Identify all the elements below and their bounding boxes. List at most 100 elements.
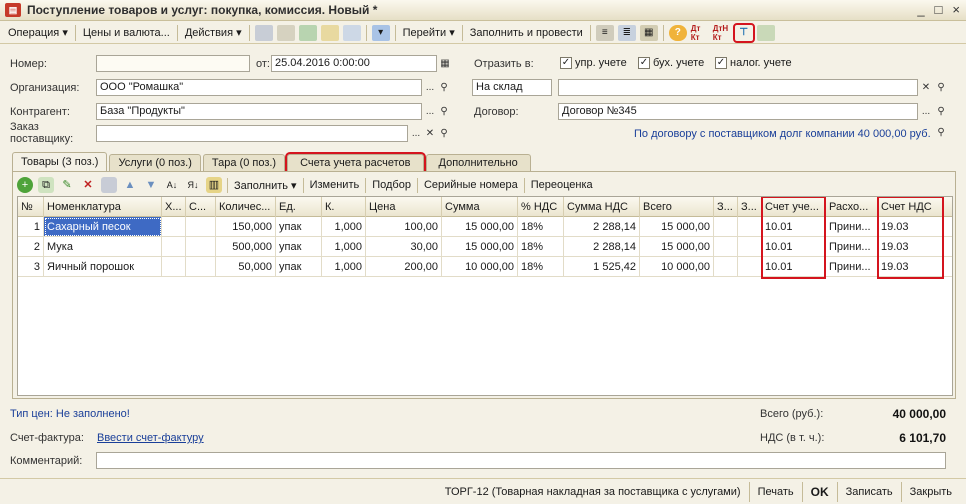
- column-header[interactable]: Ед.: [276, 197, 322, 217]
- column-header[interactable]: Сумма НДС: [564, 197, 640, 217]
- date-field[interactable]: 25.04.2016 0:00:00: [271, 55, 437, 72]
- column-header[interactable]: З...: [714, 197, 738, 217]
- sort-asc-icon[interactable]: A↓: [164, 177, 180, 193]
- dt-kt-tax-icon[interactable]: ДтН Кт: [713, 24, 731, 42]
- coefficient-cell[interactable]: 1,000: [322, 257, 366, 277]
- vat-sum-cell[interactable]: 1 525,42: [564, 257, 640, 277]
- vat-rate-cell[interactable]: 18%: [518, 217, 564, 237]
- column-header[interactable]: Х...: [162, 197, 186, 217]
- vat-rate-cell[interactable]: 18%: [518, 237, 564, 257]
- close-window-button[interactable]: ×: [952, 2, 960, 17]
- choose-button[interactable]: ...: [919, 104, 933, 119]
- expense-cell[interactable]: Прини...: [826, 257, 878, 277]
- coefficient-cell[interactable]: 1,000: [322, 237, 366, 257]
- empty-cell[interactable]: [714, 217, 738, 237]
- warehouse-field[interactable]: [558, 79, 918, 96]
- supplier-order-field[interactable]: [96, 125, 408, 142]
- search-icon[interactable]: ⚲: [437, 80, 451, 95]
- tab-services[interactable]: Услуги (0 поз.): [109, 154, 201, 172]
- price-cell[interactable]: 200,00: [366, 257, 442, 277]
- accounting-checkbox[interactable]: ✓ бух. учете: [638, 57, 704, 69]
- edit-button[interactable]: Изменить: [304, 179, 366, 191]
- column-header[interactable]: Количес...: [216, 197, 276, 217]
- total-cell[interactable]: 15 000,00: [640, 237, 714, 257]
- settings-list-icon[interactable]: ≣: [617, 24, 636, 41]
- column-header[interactable]: Номенклатура: [44, 197, 162, 217]
- actions-menu[interactable]: Действия ▾: [181, 24, 246, 42]
- vat-account-cell[interactable]: 19.03: [878, 257, 952, 277]
- column-header[interactable]: % НДС: [518, 197, 564, 217]
- price-cell[interactable]: 30,00: [366, 237, 442, 257]
- post-icon[interactable]: [254, 24, 273, 41]
- nomenclature-cell[interactable]: Мука: [44, 237, 162, 257]
- minimize-button[interactable]: _: [917, 2, 924, 17]
- column-header[interactable]: Всего: [640, 197, 714, 217]
- quantity-cell[interactable]: 500,000: [216, 237, 276, 257]
- sort-desc-icon[interactable]: Я↓: [185, 177, 201, 193]
- number-field[interactable]: [96, 55, 250, 72]
- save-button[interactable]: Записать: [836, 481, 901, 502]
- fill-menu[interactable]: Заполнить ▾: [228, 179, 303, 192]
- tab-additional[interactable]: Дополнительно: [425, 154, 531, 172]
- info-icon[interactable]: ⚲: [934, 125, 948, 140]
- serial-numbers-button[interactable]: Серийные номера: [418, 179, 524, 191]
- vat-sum-cell[interactable]: 2 288,14: [564, 237, 640, 257]
- search-icon[interactable]: ⚲: [934, 80, 948, 95]
- column-header[interactable]: З...: [738, 197, 762, 217]
- select-button[interactable]: Подбор: [366, 179, 417, 191]
- account-cell[interactable]: 10.01: [762, 237, 826, 257]
- warehouse-type-select[interactable]: На склад: [472, 79, 552, 96]
- nomenclature-cell[interactable]: Сахарный песок: [44, 217, 162, 237]
- close-button[interactable]: Закрыть: [900, 481, 960, 502]
- subordinate-icon[interactable]: [342, 24, 361, 41]
- grid-icon[interactable]: ▦: [639, 24, 658, 41]
- accounts-settings-icon[interactable]: ⊤: [732, 22, 755, 43]
- unit-cell[interactable]: упак: [276, 237, 322, 257]
- column-header[interactable]: Цена: [366, 197, 442, 217]
- enter-invoice-link[interactable]: Ввести счет-фактуру: [97, 432, 204, 444]
- contract-field[interactable]: Договор №345: [558, 103, 918, 120]
- expense-cell[interactable]: Прини...: [826, 237, 878, 257]
- print-button[interactable]: Печать: [748, 481, 802, 502]
- help-icon[interactable]: ?: [668, 24, 687, 41]
- table-row[interactable]: 3 Яичный порошок 50,000 упак 1,000 200,0…: [18, 257, 952, 277]
- edit-icon[interactable]: ✎: [59, 177, 75, 193]
- table-row[interactable]: 1 Сахарный песок 150,000 упак 1,000 100,…: [18, 217, 952, 237]
- choose-button[interactable]: ...: [423, 104, 437, 119]
- empty-cell[interactable]: [162, 217, 186, 237]
- delete-icon[interactable]: ✕: [80, 177, 96, 193]
- vat-sum-cell[interactable]: 2 288,14: [564, 217, 640, 237]
- comment-field[interactable]: [96, 452, 946, 469]
- unit-cell[interactable]: упак: [276, 257, 322, 277]
- column-header[interactable]: Счет уче...: [762, 197, 826, 217]
- dt-kt-icon[interactable]: Дт Кт: [691, 24, 709, 42]
- revaluation-button[interactable]: Переоценка: [525, 179, 599, 191]
- ok-button[interactable]: OK: [801, 481, 837, 502]
- unit-cell[interactable]: упак: [276, 217, 322, 237]
- empty-cell[interactable]: [738, 217, 762, 237]
- sum-cell[interactable]: 15 000,00: [442, 217, 518, 237]
- column-header[interactable]: №: [18, 197, 44, 217]
- maximize-button[interactable]: □: [935, 2, 943, 17]
- vat-account-cell[interactable]: 19.03: [878, 237, 952, 257]
- quantity-cell[interactable]: 50,000: [216, 257, 276, 277]
- column-header[interactable]: Сумма: [442, 197, 518, 217]
- column-header[interactable]: Расхо...: [826, 197, 878, 217]
- column-header[interactable]: Счет НДС: [878, 197, 952, 217]
- choose-button[interactable]: ...: [423, 80, 437, 95]
- empty-cell[interactable]: [186, 217, 216, 237]
- unpost-icon[interactable]: [276, 24, 295, 41]
- account-cell[interactable]: 10.01: [762, 217, 826, 237]
- tab-goods[interactable]: Товары (3 поз.): [12, 152, 108, 172]
- add-icon[interactable]: +: [17, 177, 33, 193]
- price-cell[interactable]: 100,00: [366, 217, 442, 237]
- empty-cell[interactable]: [162, 237, 186, 257]
- empty-cell[interactable]: [714, 237, 738, 257]
- tab-settlement-accounts[interactable]: Счета учета расчетов: [285, 152, 426, 174]
- table-row[interactable]: 2 Мука 500,000 упак 1,000 30,00 15 000,0…: [18, 237, 952, 257]
- expense-cell[interactable]: Прини...: [826, 217, 878, 237]
- goods-table[interactable]: № Номенклатура Х... С... Количес... Ед. …: [17, 196, 953, 396]
- enter-based-icon[interactable]: ▾: [371, 24, 390, 41]
- tab-containers[interactable]: Тара (0 поз.): [202, 154, 286, 172]
- barcode-icon[interactable]: ▥: [206, 177, 222, 193]
